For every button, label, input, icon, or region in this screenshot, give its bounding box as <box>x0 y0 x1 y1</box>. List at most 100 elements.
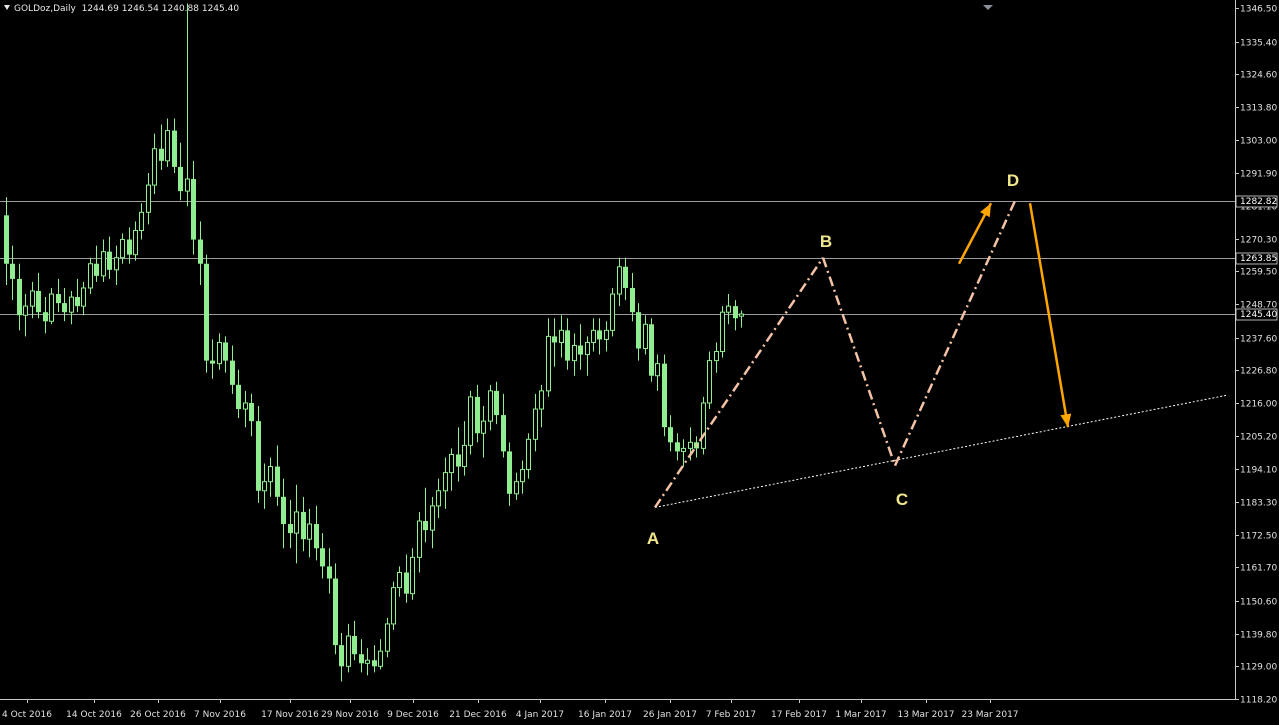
candle-body-bear <box>733 306 738 319</box>
price-tick-label: 1303.00 <box>1240 137 1277 147</box>
candle-body-bull <box>417 520 422 558</box>
candle-body-bear <box>423 521 428 531</box>
candle-body-bull <box>488 390 493 422</box>
candle-body-bear <box>552 336 557 343</box>
chevron-down-icon[interactable] <box>4 5 10 10</box>
candle-body-bear <box>675 442 680 452</box>
candle-body-bull <box>514 481 519 495</box>
candle-body-bear <box>404 572 409 594</box>
candle-body-bull <box>120 239 125 259</box>
candle-body-bear <box>275 466 280 497</box>
candle-body-bear <box>314 524 319 549</box>
candle-body-bear <box>62 303 67 313</box>
candle-body-bull <box>114 257 119 271</box>
candle-body-bear <box>630 287 635 313</box>
candle-body-bull <box>617 266 622 295</box>
candle-body-bull <box>655 363 660 377</box>
candle-body-bear <box>597 330 602 340</box>
price-tick-label: 1335.40 <box>1240 39 1277 49</box>
price-tick-label: 1161.70 <box>1240 564 1277 574</box>
candle-body-bull <box>681 447 686 452</box>
time-tick-label: 21 Dec 2016 <box>449 710 507 720</box>
price-tick-label: 1291.90 <box>1240 170 1277 180</box>
pattern-leg <box>653 257 825 509</box>
price-tick-label: 1118.20 <box>1240 696 1277 706</box>
price-tick-label: 1226.80 <box>1240 367 1277 377</box>
pattern-point-label: B <box>820 232 832 251</box>
candle-body-bull <box>533 408 538 440</box>
candle-body-bull <box>468 396 473 446</box>
candle-body-bull <box>714 351 719 362</box>
candle-body-bear <box>43 312 48 322</box>
price-tick-label: 1172.50 <box>1240 532 1277 542</box>
time-tick-label: 7 Nov 2016 <box>194 710 246 720</box>
symbol-timeframe: GOLDoz,Daily <box>14 4 76 14</box>
candle-body-bull <box>101 251 106 277</box>
candle-body-bull <box>81 287 86 307</box>
candle-body-bull <box>481 420 486 434</box>
candle-body-bull <box>307 523 312 540</box>
candle-body-bear <box>372 660 377 667</box>
pattern-point-label: C <box>896 490 908 509</box>
candle-body-bear <box>127 239 132 255</box>
ohlc-readout: 1244.69 1246.54 1240.88 1245.40 <box>81 4 240 14</box>
price-tick-label: 1129.00 <box>1240 663 1277 673</box>
candle-body-bull <box>610 293 615 331</box>
candle-body-bear <box>352 636 357 655</box>
price-tick-label: 1313.80 <box>1240 104 1277 114</box>
price-tick-label: 1346.50 <box>1240 5 1277 15</box>
candle-body-bear <box>10 263 15 279</box>
candle-body-bull <box>346 635 351 667</box>
candle-body-bull <box>410 556 415 595</box>
pattern-point-label: A <box>647 529 659 548</box>
candle-body-bear <box>333 578 338 646</box>
candle-body-bear <box>288 524 293 534</box>
candle-body-bear <box>75 297 80 307</box>
price-tick-label: 1270.30 <box>1240 236 1277 246</box>
candle-body-bull <box>701 402 706 449</box>
candle-body-bull <box>397 571 402 589</box>
candle-body-bull <box>262 481 267 492</box>
candle-body-bull <box>572 344 577 362</box>
price-level-label: 1263.85 <box>1240 254 1277 264</box>
arrow-head-icon <box>1060 413 1072 428</box>
candle-body-bull <box>707 360 712 404</box>
candle-body-bear <box>507 451 512 494</box>
candle-body-bear <box>191 179 196 240</box>
candle-body-bull <box>139 211 144 231</box>
candle-body-bear <box>249 402 254 422</box>
price-tick-label: 1194.10 <box>1240 466 1277 476</box>
candle-body-bull <box>539 390 544 410</box>
candle-body-bear <box>36 290 41 313</box>
time-tick-label: 17 Feb 2017 <box>771 710 827 720</box>
time-tick-label: 29 Nov 2016 <box>321 710 379 720</box>
candle-body-bear <box>107 251 112 270</box>
candle-body-bull <box>49 293 54 322</box>
candle-body-bull <box>391 587 396 625</box>
price-tick-label: 1237.60 <box>1240 335 1277 345</box>
candle-body-bear <box>339 645 344 667</box>
pattern-leg <box>893 200 1017 467</box>
candle-body-bull <box>449 453 454 474</box>
candle-body-bear <box>223 342 228 361</box>
candle-body-bull <box>604 329 609 340</box>
candle-body-bear <box>636 312 641 349</box>
candle-body-bear <box>198 239 203 264</box>
price-tick-label: 1205.20 <box>1240 433 1277 443</box>
candlesticks <box>4 3 744 682</box>
candle-body-bear <box>172 130 177 167</box>
price-chart[interactable]: A B C D 1346.50 1335.40 1324.60 1313.80 1303.00… <box>0 0 1279 725</box>
time-tick-label: 26 Oct 2016 <box>130 710 186 720</box>
price-tick-label: 1216.00 <box>1240 400 1277 410</box>
candle-body-bull <box>443 472 448 492</box>
candle-body-bear <box>94 263 99 276</box>
arrow-down <box>1028 203 1070 428</box>
candle-body-bear <box>301 511 306 540</box>
candle-body-bull <box>430 505 435 531</box>
candle-body-bear <box>256 421 261 491</box>
candle-body-bull <box>69 296 74 313</box>
candle-body-bear <box>668 427 673 443</box>
candle-body-bear <box>649 324 654 376</box>
price-tick-label: 1150.60 <box>1240 598 1277 608</box>
candle-body-bear <box>56 294 61 304</box>
